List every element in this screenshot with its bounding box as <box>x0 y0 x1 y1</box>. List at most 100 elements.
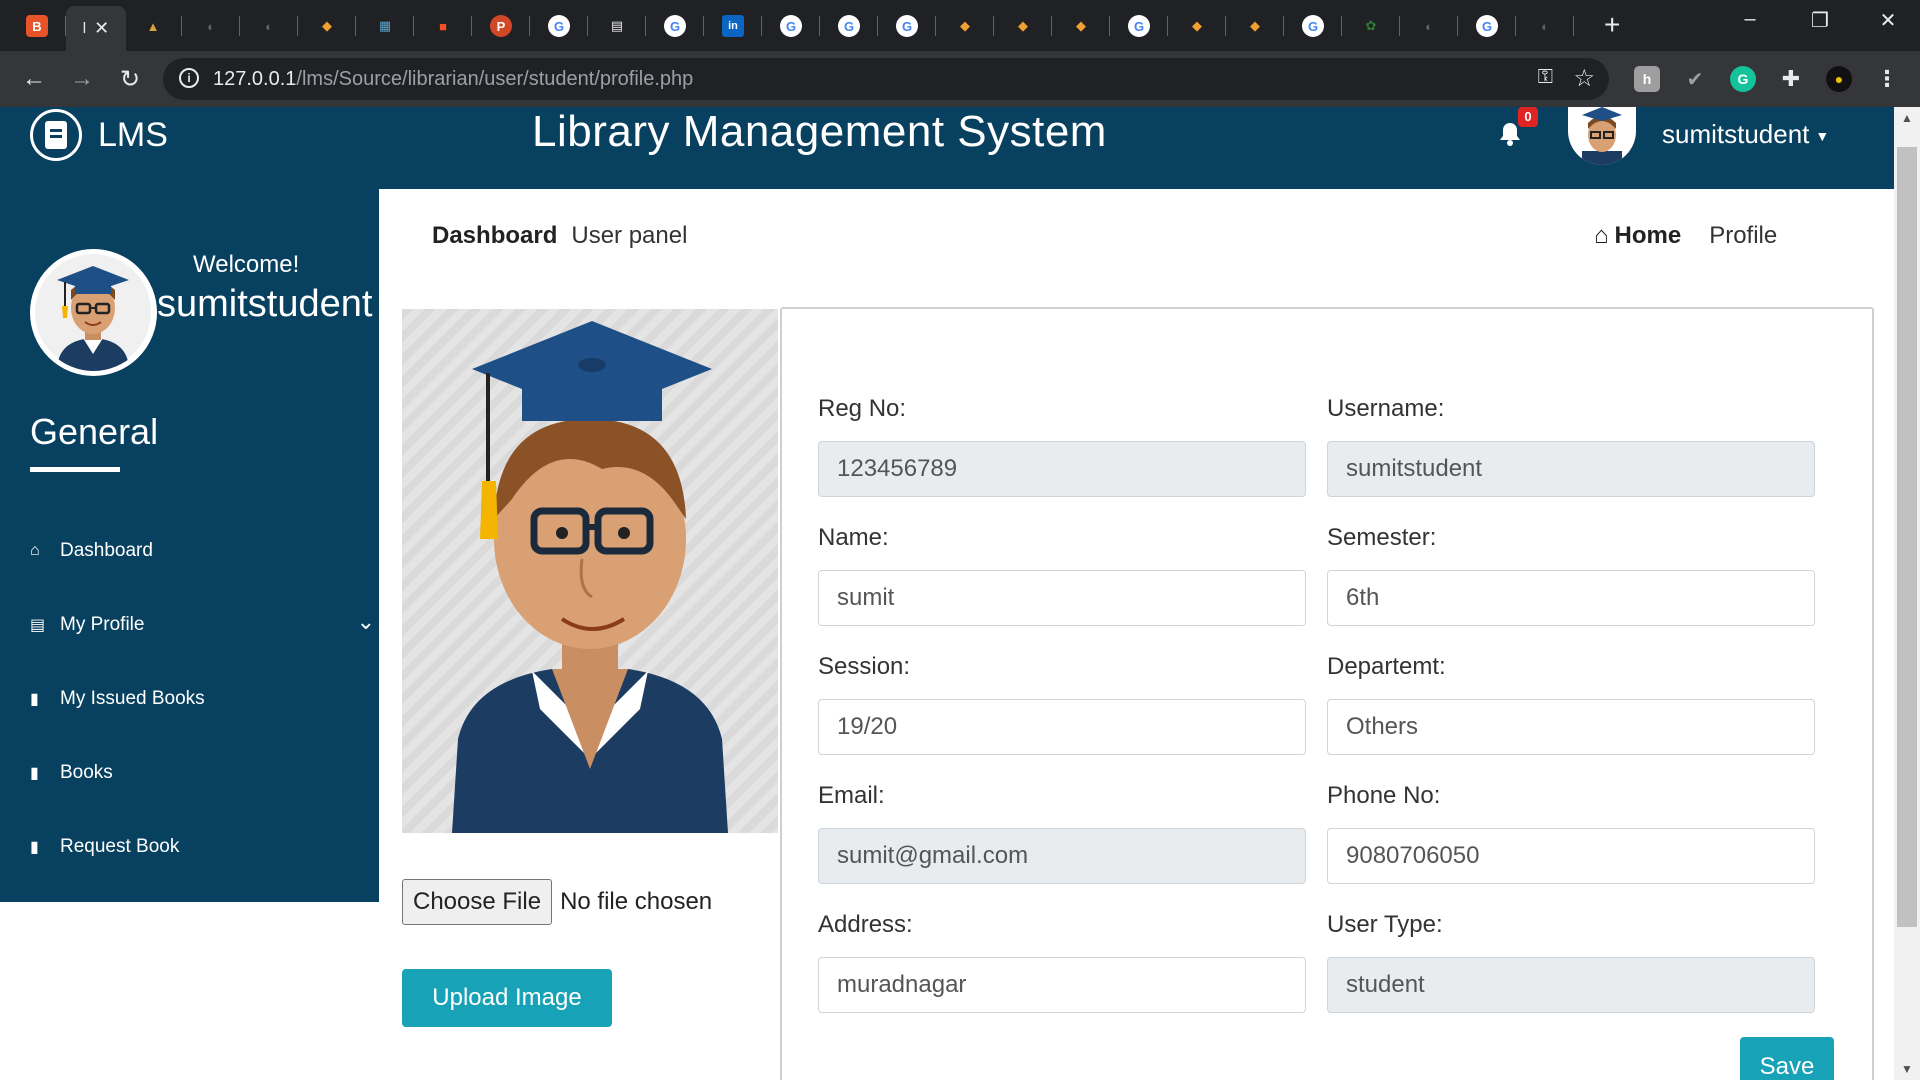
browser-tab[interactable]: ◆ <box>994 8 1052 44</box>
shield-icon: ◆ <box>322 18 332 33</box>
linkedin-icon: in <box>722 15 744 37</box>
google-icon: G <box>1128 15 1150 37</box>
url-text[interactable]: 127.0.0.1/lms/Source/librarian/user/stud… <box>213 68 693 91</box>
scroll-up-icon[interactable]: ▲ <box>1894 111 1920 125</box>
sidebar-item-label: Request Book <box>60 836 180 857</box>
browser-tab[interactable]: ▦ <box>356 8 414 44</box>
restore-button[interactable]: ❐ <box>1790 8 1850 33</box>
page-scrollbar[interactable]: ▲ ▼ <box>1894 107 1920 1080</box>
username-field[interactable] <box>1327 441 1815 497</box>
sidebar-item-request-book[interactable]: ▮ Request Book <box>30 827 379 867</box>
browser-tab[interactable]: ◐ <box>1400 8 1458 44</box>
password-key-icon[interactable]: ⚿ <box>1538 66 1553 89</box>
grammarly-icon[interactable]: G <box>1730 66 1756 92</box>
back-icon[interactable]: ← <box>20 65 48 93</box>
browser-tab[interactable]: ■ <box>414 8 472 44</box>
browser-tab-strip: Bl ✕ ▲ ◐ ◐ ◆ ▦ ■ P G ▤ Gin G G G ◆ ◆ ◆ G ◆ ◆ G ✿ ◐ G ◐ + – ❐ ✕ <box>0 0 1920 51</box>
choose-file-button[interactable]: Choose File <box>402 879 553 925</box>
new-tab-button[interactable]: + <box>1604 10 1620 40</box>
close-tab-icon[interactable]: ✕ <box>94 18 109 39</box>
browser-tab[interactable]: in <box>704 8 762 44</box>
sidebar-item-books[interactable]: ▮ Books <box>30 753 379 793</box>
save-button[interactable]: Save <box>1740 1037 1834 1080</box>
google-icon: G <box>1302 15 1324 37</box>
profile-avatar-icon[interactable]: ● <box>1826 66 1852 92</box>
semester-field[interactable] <box>1327 570 1815 626</box>
browser-tab[interactable]: G <box>530 8 588 44</box>
upload-image-button[interactable]: Upload Image <box>402 969 612 1027</box>
user-type-field[interactable] <box>1327 957 1815 1013</box>
shield-icon: ◆ <box>1192 18 1202 33</box>
sidebar-item-my-profile[interactable]: ▤ My Profile ⌄ <box>30 605 379 645</box>
browser-tab[interactable]: l ✕ <box>66 6 126 51</box>
map-icon: ▦ <box>378 18 392 33</box>
notification-badge: 0 <box>1518 107 1538 127</box>
phone-label: Phone No: <box>1327 782 1441 809</box>
user-menu[interactable]: sumitstudent ▼ <box>1662 119 1829 150</box>
browser-tab[interactable]: ◆ <box>1226 8 1284 44</box>
browser-tab[interactable]: G <box>1458 8 1516 44</box>
browser-tab[interactable]: G <box>762 8 820 44</box>
browser-tab[interactable]: ◆ <box>936 8 994 44</box>
name-field[interactable] <box>818 570 1306 626</box>
browser-menu-icon[interactable]: ⋮ <box>1874 66 1900 92</box>
browser-tab[interactable]: ◐ <box>182 8 240 44</box>
address-bar[interactable]: i 127.0.0.1/lms/Source/librarian/user/st… <box>163 58 1609 100</box>
browser-tab[interactable]: ◆ <box>298 8 356 44</box>
address-field[interactable] <box>818 957 1306 1013</box>
microsoft-icon: ■ <box>439 18 447 34</box>
browser-tab[interactable]: ◆ <box>1052 8 1110 44</box>
caret-down-icon: ▼ <box>1815 128 1830 145</box>
chevron-down-icon[interactable]: ⌄ <box>357 609 375 635</box>
sidebar: Welcome! sumitstudent General ⌂ Dashboar… <box>0 189 379 902</box>
book-icon: ▮ <box>30 839 39 856</box>
close-window-button[interactable]: ✕ <box>1858 8 1918 33</box>
browser-tab[interactable]: ✿ <box>1342 8 1400 44</box>
email-label: Email: <box>818 782 885 809</box>
extension-bird-icon[interactable]: ✔ <box>1682 66 1708 92</box>
browser-tab[interactable]: ◐ <box>1516 8 1574 44</box>
browser-tab[interactable]: G <box>1110 8 1168 44</box>
forward-icon[interactable]: → <box>68 65 96 93</box>
tab-title: l <box>82 20 87 37</box>
browser-tab[interactable]: ▤ <box>588 8 646 44</box>
session-field[interactable] <box>818 699 1306 755</box>
sidebar-item-label: Dashboard <box>60 540 153 561</box>
app-logo[interactable]: LMS <box>30 107 168 163</box>
bookmark-star-icon[interactable]: ☆ <box>1573 64 1595 93</box>
breadcrumb-home[interactable]: ⌂ Home <box>1594 222 1681 249</box>
browser-tab[interactable]: ▲ <box>124 8 182 44</box>
url-path: /lms/Source/librarian/user/student/profi… <box>296 68 694 90</box>
extension-h-icon[interactable]: h <box>1634 66 1660 92</box>
breadcrumb-home-label: Home <box>1614 222 1682 249</box>
browser-tab[interactable]: ◐ <box>240 8 298 44</box>
google-icon: G <box>664 15 686 37</box>
browser-tab[interactable]: G <box>878 8 936 44</box>
browser-tab[interactable]: G <box>646 8 704 44</box>
extensions-puzzle-icon[interactable]: ✚ <box>1778 66 1804 92</box>
browser-tab[interactable]: G <box>1284 8 1342 44</box>
globe-icon: ◐ <box>1425 18 1433 34</box>
reg-no-field[interactable] <box>818 441 1306 497</box>
phone-field[interactable] <box>1327 828 1815 884</box>
browser-tab[interactable]: G <box>820 8 878 44</box>
page-title: Dashboard <box>432 222 558 249</box>
bitbucket-icon: B <box>26 15 48 37</box>
tab-separator <box>1573 16 1574 36</box>
browser-tab[interactable]: B <box>8 8 66 44</box>
sidebar-item-dashboard[interactable]: ⌂ Dashboard <box>30 531 379 571</box>
browser-tab[interactable]: P <box>472 8 530 44</box>
email-field[interactable] <box>818 828 1306 884</box>
reload-icon[interactable]: ↻ <box>116 65 144 93</box>
sidebar-item-my-issued-books[interactable]: ▮ My Issued Books <box>30 679 379 719</box>
scroll-down-icon[interactable]: ▼ <box>1894 1062 1920 1076</box>
browser-tab[interactable]: ◆ <box>1168 8 1226 44</box>
google-icon: G <box>548 15 570 37</box>
home-icon: ⌂ <box>30 542 40 559</box>
site-info-icon[interactable]: i <box>179 68 199 88</box>
minimize-button[interactable]: – <box>1720 8 1780 31</box>
department-field[interactable] <box>1327 699 1815 755</box>
google-icon: G <box>780 15 802 37</box>
avatar[interactable] <box>1568 107 1636 165</box>
scrollbar-thumb[interactable] <box>1897 147 1917 927</box>
